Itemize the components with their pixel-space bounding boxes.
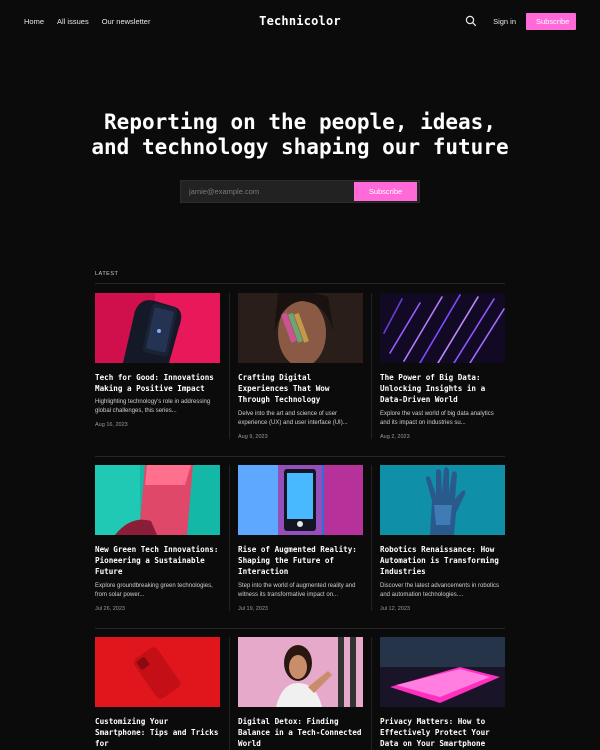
post-card[interactable]: Tech for Good: Innovations Making a Posi… xyxy=(95,293,220,428)
row-divider xyxy=(95,628,505,629)
column-divider xyxy=(371,293,372,439)
post-title[interactable]: The Power of Big Data: Unlocking Insight… xyxy=(380,372,505,406)
post-image-data-streams[interactable] xyxy=(380,293,505,363)
post-date: Jul 26, 2023 xyxy=(95,605,125,612)
post-image-robot-hand[interactable] xyxy=(380,465,505,535)
post-image-woman-portrait[interactable] xyxy=(238,637,363,707)
hero-title-line-2: and technology shaping our future xyxy=(91,135,509,159)
column-divider xyxy=(229,465,230,611)
post-title[interactable]: Crafting Digital Experiences That Wow Th… xyxy=(238,372,363,406)
post-title[interactable]: Tech for Good: Innovations Making a Posi… xyxy=(95,372,220,394)
section-label: LATEST xyxy=(95,271,119,277)
post-date: Aug 2, 2023 xyxy=(380,433,410,440)
post-card[interactable]: The Power of Big Data: Unlocking Insight… xyxy=(380,293,505,440)
sign-in-link[interactable]: Sign in xyxy=(493,17,516,26)
newsletter-form: Subscribe xyxy=(180,180,420,203)
section-divider xyxy=(95,283,505,284)
post-excerpt: Discover the latest advancements in robo… xyxy=(380,582,500,598)
post-title[interactable]: Rise of Augmented Reality: Shaping the F… xyxy=(238,544,363,578)
post-image-neon-phone[interactable] xyxy=(380,637,505,707)
post-date: Jul 19, 2023 xyxy=(238,605,268,612)
post-excerpt: Highlighting technology's role in addres… xyxy=(95,399,211,415)
post-image-phone-hand[interactable] xyxy=(95,293,220,363)
hero-title-line-1: Reporting on the people, ideas, xyxy=(104,110,496,134)
post-title[interactable]: Digital Detox: Finding Balance in a Tech… xyxy=(238,716,363,750)
post-date: Aug 16, 2023 xyxy=(95,422,128,429)
post-title[interactable]: Robotics Renaissance: How Automation is … xyxy=(380,544,505,578)
post-image-red-phone[interactable] xyxy=(95,637,220,707)
post-card[interactable]: Rise of Augmented Reality: Shaping the F… xyxy=(238,465,363,612)
post-title[interactable]: Privacy Matters: How to Effectively Prot… xyxy=(380,716,505,750)
post-excerpt: Explore groundbreaking green technologie… xyxy=(95,582,213,598)
search-icon[interactable] xyxy=(465,15,479,29)
site-header: Home All issues Our newsletter Technicol… xyxy=(0,0,600,44)
post-image-ar-phone[interactable] xyxy=(238,465,363,535)
header-subscribe-button[interactable]: Subscribe xyxy=(526,13,576,30)
hero-title: Reporting on the people, ideas, and tech… xyxy=(0,110,600,160)
post-image-green-tech[interactable] xyxy=(95,465,220,535)
post-excerpt: Explore the vast world of big data analy… xyxy=(380,410,494,426)
post-card[interactable]: New Green Tech Innovations: Pioneering a… xyxy=(95,465,220,612)
post-card[interactable]: Digital Detox: Finding Balance in a Tech… xyxy=(238,637,363,750)
column-divider xyxy=(229,293,230,439)
email-input[interactable] xyxy=(181,181,353,202)
post-date: Aug 9, 2023 xyxy=(238,433,268,440)
post-excerpt: Step into the world of augmented reality… xyxy=(238,582,356,598)
post-excerpt: Delve into the art and science of user e… xyxy=(238,410,348,426)
column-divider xyxy=(371,465,372,611)
post-title[interactable]: New Green Tech Innovations: Pioneering a… xyxy=(95,544,220,578)
post-card[interactable]: Robotics Renaissance: How Automation is … xyxy=(380,465,505,612)
header-actions: Sign in Subscribe xyxy=(465,13,576,30)
post-image-portrait-prism[interactable] xyxy=(238,293,363,363)
column-divider xyxy=(229,637,230,750)
post-title[interactable]: Customizing Your Smartphone: Tips and Tr… xyxy=(95,716,220,750)
post-date: Jul 12, 2023 xyxy=(380,605,410,612)
post-card[interactable]: Privacy Matters: How to Effectively Prot… xyxy=(380,637,505,750)
post-card[interactable]: Customizing Your Smartphone: Tips and Tr… xyxy=(95,637,220,750)
hero-subscribe-button[interactable]: Subscribe xyxy=(354,182,417,201)
column-divider xyxy=(371,637,372,750)
row-divider xyxy=(95,456,505,457)
post-card[interactable]: Crafting Digital Experiences That Wow Th… xyxy=(238,293,363,440)
